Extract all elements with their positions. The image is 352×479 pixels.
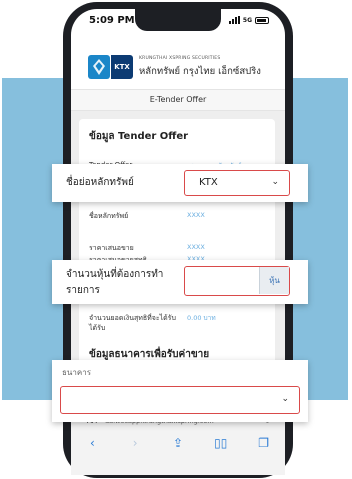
bank-label: ธนาคาร [62, 368, 91, 377]
status-indicators: 5G [228, 16, 269, 24]
page-title: E-Tender Offer [149, 95, 207, 104]
battery-icon [255, 16, 269, 24]
stage: 5:09 PM 5G KTX KRUNGTHAI XSPRING SECURIT… [0, 0, 352, 479]
tabs-icon[interactable]: ❐ [254, 436, 274, 450]
ktx-logo: KTX [111, 55, 133, 79]
quantity-input[interactable]: หุ้น [184, 266, 290, 296]
back-icon[interactable]: ‹ [82, 436, 102, 450]
row-label-net-amount-line2: ได้รับ [89, 324, 106, 332]
quantity-label: จำนวนหุ้นที่ต้องการทำ [66, 269, 164, 280]
symbol-label: ชื่อย่อหลักทรัพย์ [66, 177, 134, 188]
row-value-net-amount: 0.00 บาท [187, 314, 216, 322]
row-value-offer-price: XXXX [187, 243, 205, 251]
brand-name-th: หลักทรัพย์ กรุงไทย เอ็กซ์สปริง [139, 66, 261, 77]
symbol-select-value: KTX [199, 177, 218, 188]
bank-select[interactable]: ⌄ [60, 386, 300, 414]
brand-header: KTX KRUNGTHAI XSPRING SECURITIES หลักทรั… [71, 47, 285, 91]
row-label-security-name: ชื่อหลักทรัพย์ [89, 212, 129, 220]
card-title: ข้อมูล Tender Offer [89, 131, 189, 142]
bank-callout: ธนาคาร ⌄ [52, 360, 308, 422]
browser-toolbar: AA ua.wecapp.krungthaixspring.com ↻ ‹ › … [71, 413, 285, 475]
chevron-down-icon: ⌄ [281, 394, 289, 404]
quantity-callout: จำนวนหุ้นที่ต้องการทำ รายการ หุ้น [52, 260, 308, 304]
row-value-security-name: XXXX [187, 211, 205, 219]
row-label-offer-price: ราคาเสนอขาย [89, 244, 134, 252]
krungthai-logo-icon [88, 55, 110, 79]
forward-icon[interactable]: › [125, 436, 145, 450]
share-icon[interactable]: ⇪ [168, 436, 188, 450]
network-label: 5G [242, 16, 252, 24]
status-time: 5:09 PM [89, 15, 135, 26]
page-title-bar: E-Tender Offer [71, 89, 285, 111]
brand-name-en: KRUNGTHAI XSPRING SECURITIES [139, 56, 221, 61]
signal-icon [228, 16, 240, 24]
symbol-callout: ชื่อย่อหลักทรัพย์ KTX ⌄ [52, 164, 308, 202]
status-bar: 5:09 PM 5G [71, 9, 285, 35]
chevron-down-icon: ⌄ [271, 177, 279, 187]
quantity-unit: หุ้น [259, 267, 289, 294]
bookmarks-icon[interactable]: ▯▯ [211, 436, 231, 450]
quantity-label-line2: รายการ [66, 285, 100, 296]
symbol-select[interactable]: KTX ⌄ [184, 170, 290, 196]
browser-nav: ‹ › ⇪ ▯▯ ❐ [71, 436, 285, 450]
